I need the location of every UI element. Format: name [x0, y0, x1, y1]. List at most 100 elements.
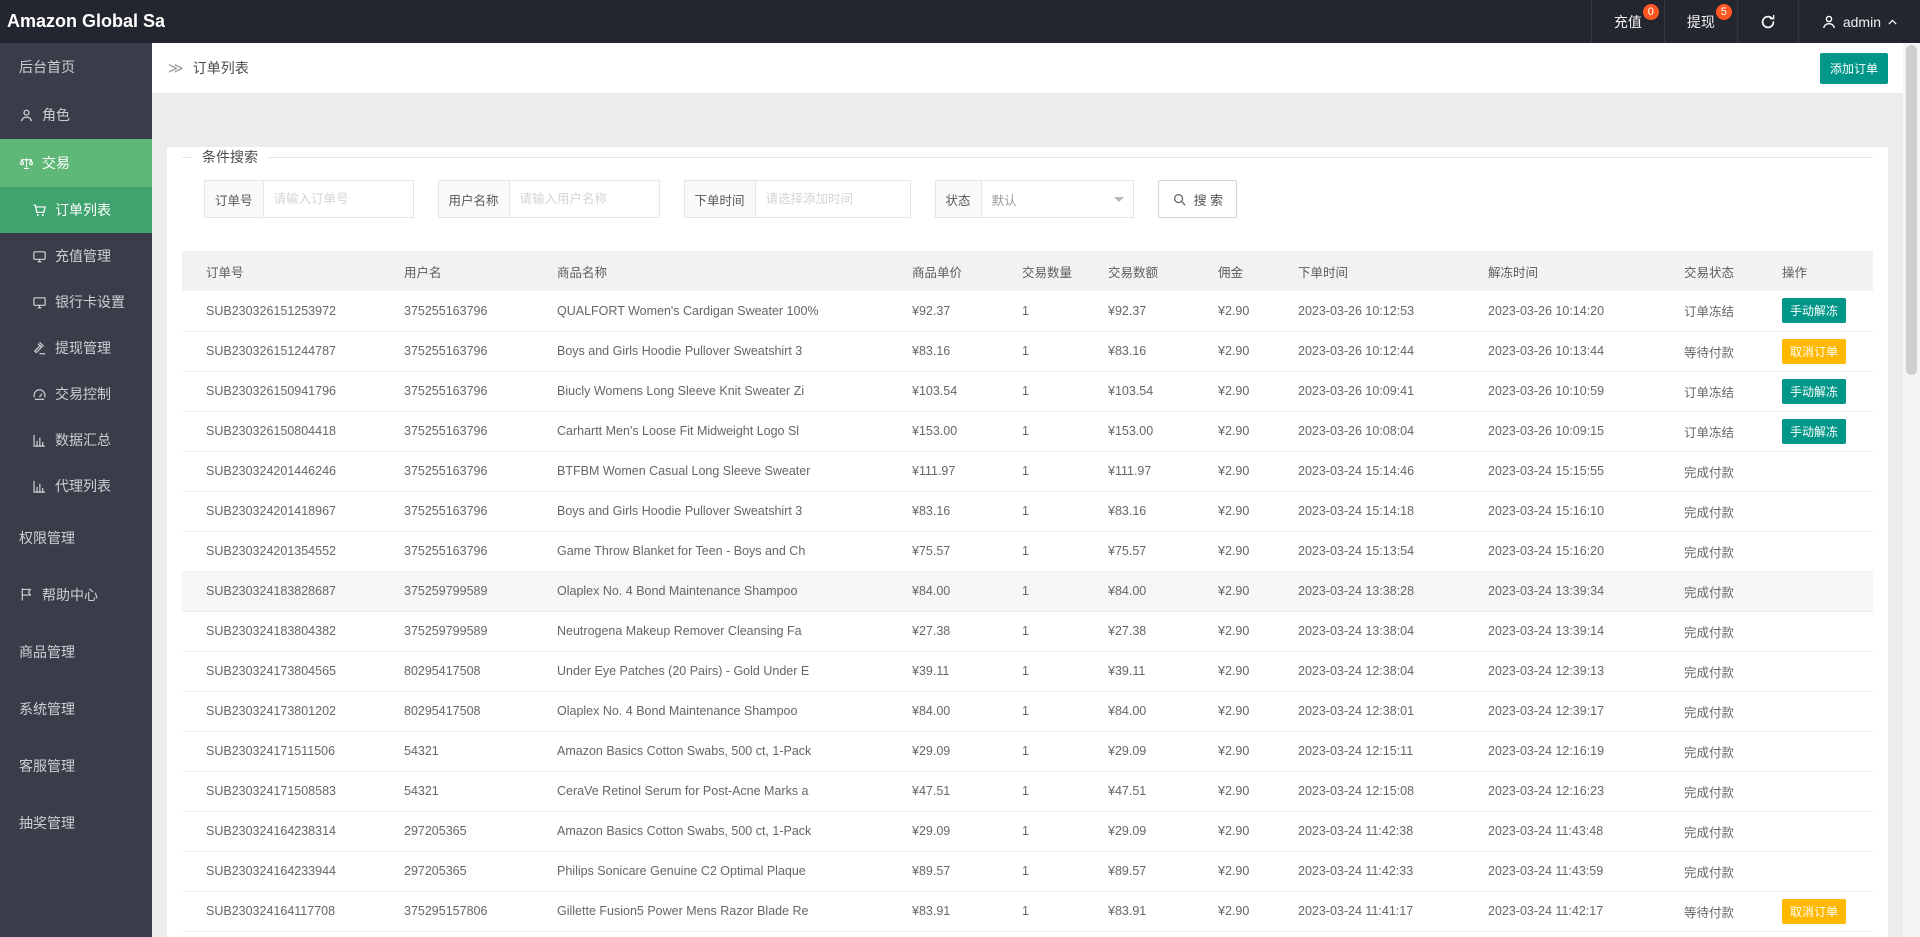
scrollbar-thumb[interactable]	[1906, 45, 1917, 375]
status-filter-label: 状态	[934, 180, 982, 218]
column-header: 交易数量	[998, 251, 1084, 291]
cell-trade-status: 完成付款	[1660, 851, 1758, 892]
vertical-scrollbar[interactable]	[1903, 43, 1920, 937]
cell-trade-status: 等待付款	[1660, 331, 1758, 372]
cell-trade-status: 订单冻结	[1660, 371, 1758, 412]
cell-action	[1758, 811, 1873, 852]
cancel-order-button[interactable]: 取消订单	[1782, 338, 1847, 364]
cell-unit-price: ¥27.38	[888, 611, 998, 652]
cell-unfreeze-time: 2023-03-24 11:05:07	[1464, 931, 1660, 937]
withdraw-menu-item[interactable]: 提现 5	[1663, 0, 1737, 43]
cell-action	[1758, 491, 1873, 532]
cell-quantity: 1	[998, 571, 1084, 612]
table-row: SUB230324183804382 375259799589 Neutrogena…	[182, 611, 1873, 652]
cell-unit-price: ¥39.11	[888, 651, 998, 692]
sidebar-item-dashboard[interactable]: 后台首页	[0, 43, 152, 91]
sidebar-item-agent-list[interactable]: 代理列表	[0, 463, 152, 509]
sidebar-item-trade[interactable]: 交易	[0, 139, 152, 187]
cell-unfreeze-time: 2023-03-26 10:10:59	[1464, 371, 1660, 412]
cell-quantity: 1	[998, 371, 1084, 412]
cell-commission: ¥2.90	[1194, 331, 1274, 372]
sidebar-item-label: 抽奖管理	[19, 814, 75, 831]
search-button[interactable]: 搜 索	[1157, 180, 1238, 218]
user-menu[interactable]: admin	[1797, 0, 1920, 43]
filter-row: 订单号 用户名称 下单时间 状态 默认	[204, 180, 1873, 218]
cell-order-no: SUB230326150804418	[182, 411, 380, 452]
order-time-input[interactable]	[755, 180, 911, 218]
recharge-menu-item[interactable]: 充值 0	[1590, 0, 1664, 43]
cell-trade-status: 订单冻结	[1660, 291, 1758, 332]
sidebar-item-bank-card-settings[interactable]: 银行卡设置	[0, 279, 152, 325]
cell-order-time: 2023-03-24 11:41:17	[1274, 891, 1464, 932]
cell-trade-status: 等待付款	[1660, 891, 1758, 932]
sidebar-item-product-management[interactable]: 商品管理	[0, 623, 152, 680]
column-header: 解冻时间	[1464, 251, 1660, 291]
sidebar-item-data-summary[interactable]: 数据汇总	[0, 417, 152, 463]
cell-unit-price: ¥103.54	[888, 371, 998, 412]
cell-username: 80295417508	[380, 651, 533, 692]
cell-trade-status: 完成付款	[1660, 731, 1758, 772]
search-legend: 条件搜索	[202, 149, 258, 165]
cell-unfreeze-time: 2023-03-26 10:14:20	[1464, 291, 1660, 332]
order-list-card: 条件搜索 订单号 用户名称 下单时间 状态 默认	[167, 147, 1888, 937]
cell-order-time: 2023-03-24 12:38:01	[1274, 691, 1464, 732]
sidebar-item-lottery-management[interactable]: 抽奖管理	[0, 794, 152, 851]
cell-product-name: Boys and Girls Hoodie Pullover Sweatshir…	[533, 331, 888, 372]
cell-action	[1758, 731, 1873, 772]
cell-username: 375256471838	[380, 931, 533, 937]
table-row: SUB230324164238314 297205365 Amazon Basics…	[182, 811, 1873, 852]
sidebar-item-withdraw-management[interactable]: 提现管理	[0, 325, 152, 371]
unfreeze-button[interactable]: 手动解冻	[1782, 418, 1847, 444]
cell-quantity: 1	[998, 451, 1084, 492]
refresh-button[interactable]	[1736, 0, 1798, 43]
cell-quantity: 1	[998, 611, 1084, 652]
cell-product-name: BTFBM Women Casual Long Sleeve Sweater	[533, 451, 888, 492]
cell-amount: ¥111.97	[1084, 451, 1194, 492]
status-select[interactable]: 默认	[981, 180, 1134, 218]
unfreeze-button[interactable]: 手动解冻	[1782, 298, 1847, 324]
cancel-order-button[interactable]: 取消订单	[1782, 898, 1847, 924]
sidebar-item-order-list[interactable]: 订单列表	[0, 187, 152, 233]
cell-username: 80295417508	[380, 691, 533, 732]
cell-trade-status: 完成付款	[1660, 451, 1758, 492]
unfreeze-button[interactable]: 手动解冻	[1782, 378, 1847, 404]
sidebar-item-roles[interactable]: 角色	[0, 91, 152, 139]
cell-unfreeze-time: 2023-03-24 11:42:17	[1464, 891, 1660, 932]
sidebar-item-label: 系统管理	[19, 700, 75, 717]
top-header-bar: Amazon Global Sales... 充值 0 提现 5 admin	[0, 0, 1920, 43]
order-no-filter-group: 订单号	[204, 180, 414, 218]
sidebar-item-system-management[interactable]: 系统管理	[0, 680, 152, 737]
recharge-badge: 0	[1642, 4, 1659, 20]
orders-table: 订单号 用户名 商品名称 商品单价 交易数量 交易数额 佣金 下单时间 解冻时间 交易状态 操作 S…	[182, 251, 1873, 937]
table-row: SUB230324201446246 375255163796 BTFBM Wome…	[182, 451, 1873, 492]
add-order-button[interactable]: 添加订单	[1819, 52, 1888, 84]
sidebar-item-trade-control[interactable]: 交易控制	[0, 371, 152, 417]
search-button-label: 搜 索	[1193, 192, 1224, 208]
cell-amount: ¥84.00	[1084, 931, 1194, 937]
table-row: SUB230324173801202 80295417508 Olaplex No.…	[182, 691, 1873, 732]
breadcrumb-chevrons-icon: ≫	[168, 60, 184, 77]
sidebar-item-customer-service[interactable]: 客服管理	[0, 737, 152, 794]
sidebar-nav: 后台首页 角色交易订单列表 充值管理 银行卡设置 提现管理 交易控制 数据汇总 代理列表 权限管…	[0, 43, 152, 851]
cell-unit-price: ¥29.09	[888, 811, 998, 852]
column-header: 用户名	[380, 251, 533, 291]
cell-product-name: Boys and Girls Hoodie Pullover Sweatshir…	[533, 491, 888, 532]
table-row: SUB230324171511506 54321 Amazon Basics Cot…	[182, 731, 1873, 772]
cell-unit-price: ¥83.16	[888, 491, 998, 532]
cell-commission: ¥2.90	[1194, 451, 1274, 492]
sidebar-item-recharge-management[interactable]: 充值管理	[0, 233, 152, 279]
cell-amount: ¥47.51	[1084, 771, 1194, 812]
cell-unfreeze-time: 2023-03-24 12:39:17	[1464, 691, 1660, 732]
cell-unit-price: ¥89.57	[888, 851, 998, 892]
sidebar-item-permission-management[interactable]: 权限管理	[0, 509, 152, 566]
column-header: 商品名称	[533, 251, 888, 291]
sidebar-item-label: 交易	[42, 155, 70, 171]
cell-unfreeze-time: 2023-03-24 15:15:55	[1464, 451, 1660, 492]
barchart-icon	[32, 433, 47, 448]
username-input[interactable]	[509, 180, 660, 218]
order-no-input[interactable]	[263, 180, 414, 218]
table-row: SUB230324201418967 375255163796 Boys and G…	[182, 491, 1873, 532]
sidebar-item-help-center[interactable]: 帮助中心	[0, 566, 152, 623]
cell-product-name: Amazon Basics Cotton Swabs, 500 ct, 1-Pa…	[533, 731, 888, 772]
cell-username: 375255163796	[380, 371, 533, 412]
